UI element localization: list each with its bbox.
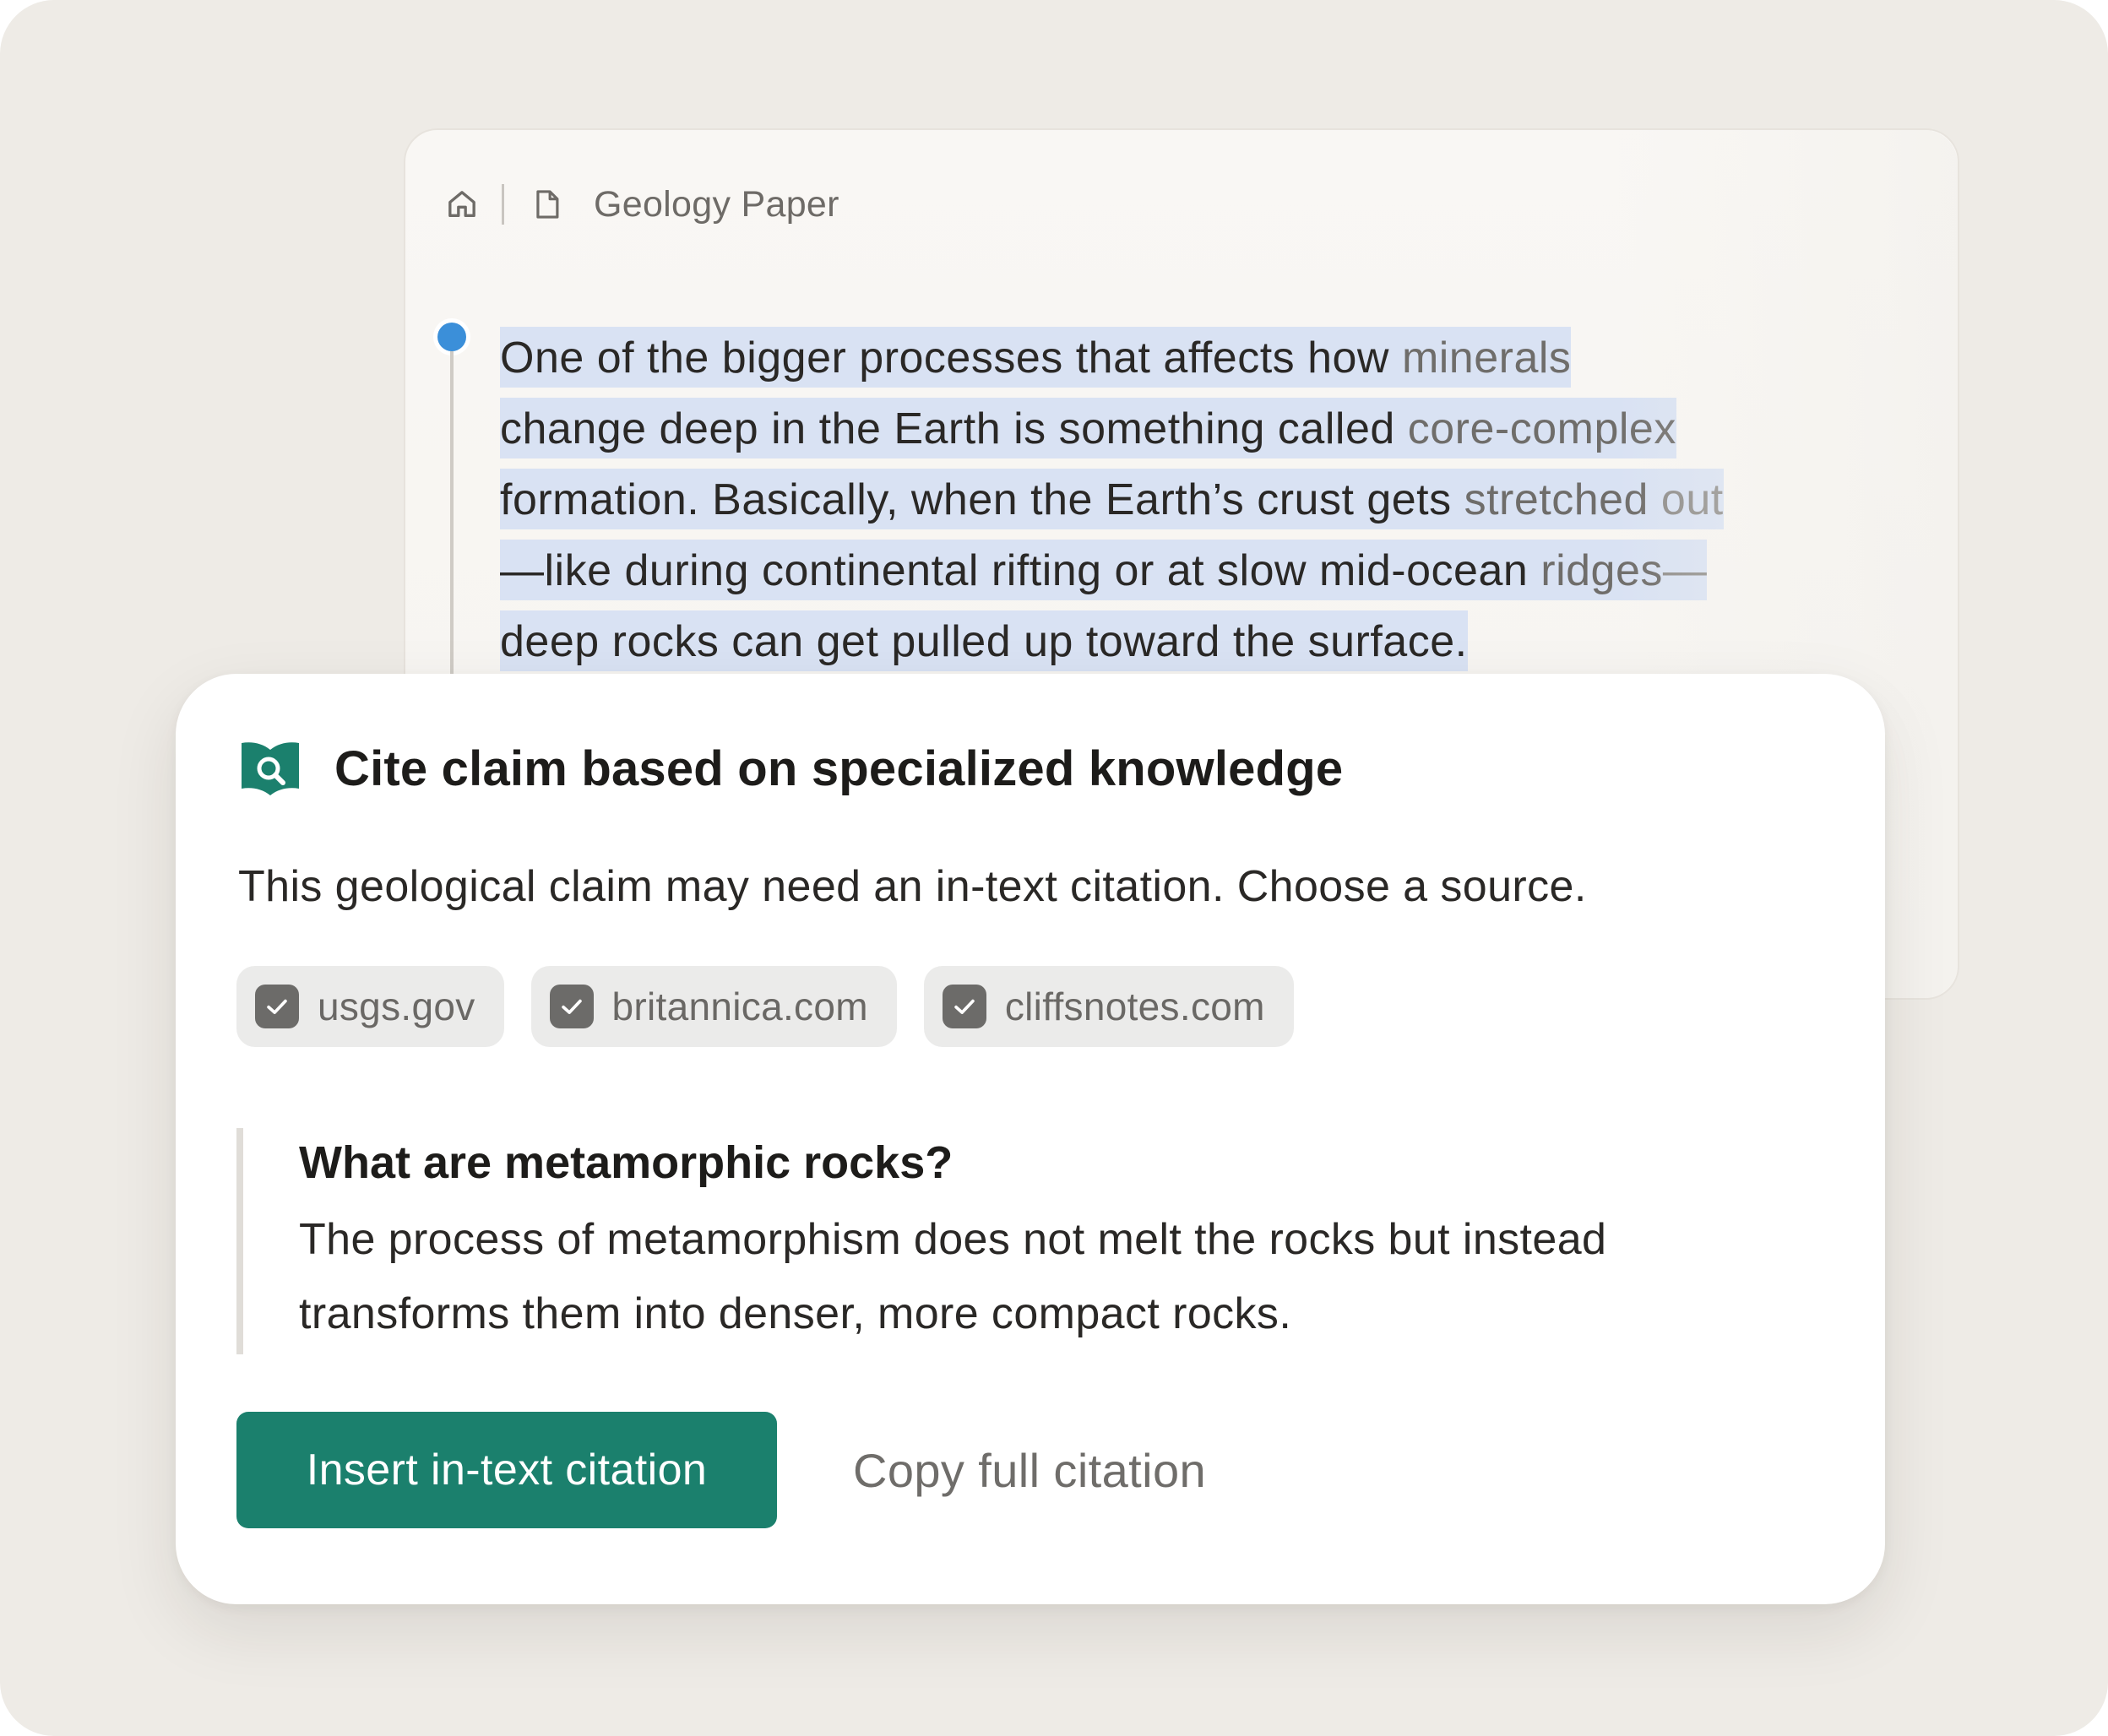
- paragraph-line: formation. Basically, when the Earth’s c…: [500, 464, 1969, 535]
- paragraph-line: One of the bigger processes that affects…: [500, 323, 1969, 393]
- checkbox-checked-icon[interactable]: [255, 985, 299, 1028]
- breadcrumb: Geology Paper: [444, 179, 839, 230]
- paragraph-line: —like during continental rifting or at s…: [500, 535, 1969, 606]
- document-icon[interactable]: [530, 187, 565, 222]
- source-excerpt: What are metamorphic rocks? The process …: [236, 1128, 1824, 1354]
- canvas: Geology Paper One of the bigger processe…: [0, 0, 2108, 1736]
- excerpt-body: The process of metamorphism does not mel…: [299, 1215, 1607, 1338]
- highlighted-text: —like during continental rifting or at s…: [500, 540, 1708, 600]
- highlighted-text: One of the bigger processes that affects…: [500, 327, 1572, 388]
- home-icon[interactable]: [444, 187, 480, 222]
- document-paragraph[interactable]: One of the bigger processes that affects…: [500, 323, 1969, 677]
- book-search-icon: [238, 736, 302, 800]
- highlighted-text: deep rocks can get pulled up toward the …: [500, 610, 1468, 671]
- paragraph-line: change deep in the Earth is something ca…: [500, 393, 1969, 464]
- breadcrumb-document-title[interactable]: Geology Paper: [594, 184, 839, 225]
- source-chip-cliffsnotes[interactable]: cliffsnotes.com: [923, 966, 1294, 1047]
- card-description: This geological claim may need an in-tex…: [238, 862, 1587, 911]
- insert-citation-button[interactable]: Insert in-text citation: [236, 1412, 777, 1528]
- breadcrumb-separator: [502, 184, 504, 225]
- source-chip-britannica[interactable]: britannica.com: [530, 966, 897, 1047]
- highlighted-text: change deep in the Earth is something ca…: [500, 398, 1676, 458]
- source-label: cliffsnotes.com: [1004, 985, 1265, 1028]
- checkbox-checked-icon[interactable]: [549, 985, 594, 1028]
- card-header: Cite claim based on specialized knowledg…: [238, 736, 1343, 800]
- excerpt-title: What are metamorphic rocks?: [299, 1137, 953, 1188]
- source-chip-usgs[interactable]: usgs.gov: [236, 966, 504, 1047]
- source-label: usgs.gov: [318, 985, 475, 1028]
- source-chips: usgs.gov britannica.com cliffsnotes.com: [236, 966, 1321, 1047]
- copy-full-citation-button[interactable]: Copy full citation: [853, 1412, 1206, 1528]
- source-label: britannica.com: [611, 985, 868, 1028]
- card-title: Cite claim based on specialized knowledg…: [334, 741, 1344, 796]
- comment-marker-dot[interactable]: [437, 323, 466, 351]
- citation-suggestion-card: Cite claim based on specialized knowledg…: [176, 674, 1885, 1604]
- paragraph-line: deep rocks can get pulled up toward the …: [500, 606, 1969, 677]
- checkbox-checked-icon[interactable]: [942, 985, 986, 1028]
- highlighted-text: formation. Basically, when the Earth’s c…: [500, 469, 1724, 529]
